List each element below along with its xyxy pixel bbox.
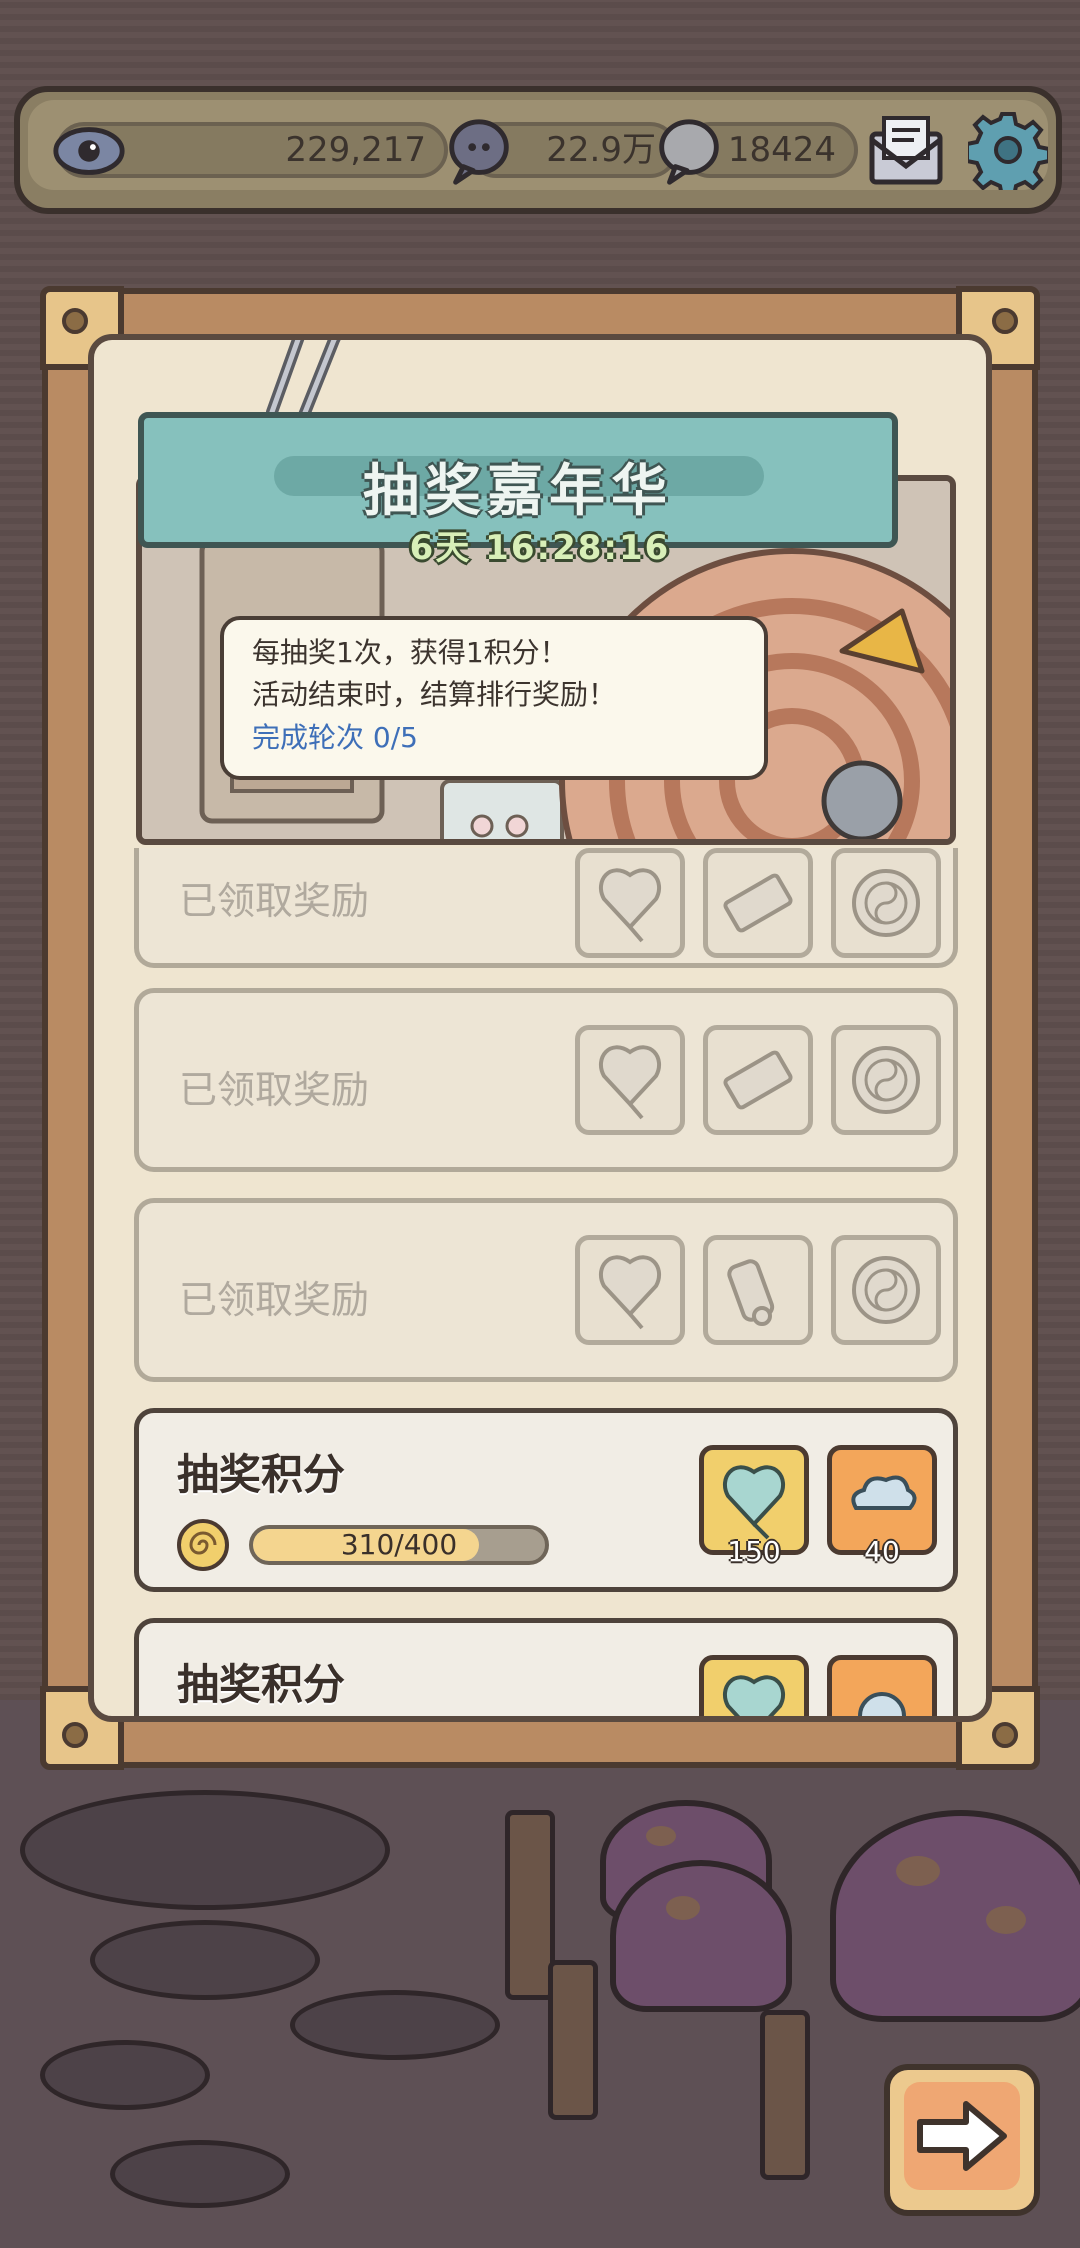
cannon-icon — [727, 1259, 775, 1326]
balloon-icon — [598, 1255, 662, 1330]
claimed-label: 已领取奖励 — [179, 1068, 370, 1112]
resource-bar: 229,217 22.9万 18424 — [14, 86, 1062, 214]
orb-icon — [858, 1692, 906, 1716]
reward-slot[interactable] — [831, 1235, 941, 1345]
eye-icon — [53, 127, 125, 175]
balloon-icon — [722, 1465, 786, 1540]
reward-slot[interactable] — [575, 1025, 685, 1135]
gear-icon[interactable] — [968, 110, 1048, 190]
points-progress-text: 310/400 — [340, 1528, 458, 1561]
lottery-points-icon — [177, 1519, 229, 1571]
reward-slot[interactable]: 40 — [827, 1445, 937, 1568]
reward-slot[interactable] — [575, 848, 685, 958]
reward-slot[interactable] — [575, 1235, 685, 1345]
event-panel: 抽奖嘉年华 6天 16:28:16 每抽奖1次，获得1积分！ 活动结束时，结算排… — [40, 286, 1040, 1770]
cloud-icon — [851, 1475, 917, 1510]
background-mushroom — [830, 1810, 1080, 2022]
balloon-icon — [722, 1675, 786, 1716]
thought-bubble-icon — [449, 119, 509, 185]
reward-slot[interactable] — [831, 848, 941, 958]
chat-counter-value: 18424 — [727, 130, 836, 170]
round-progress-text: 完成轮次 0/5 — [252, 721, 418, 754]
eye-counter-value: 229,217 — [285, 130, 426, 170]
event-title: 抽奖嘉年华 — [363, 459, 673, 524]
panel-content: 抽奖嘉年华 6天 16:28:16 每抽奖1次，获得1积分！ 活动结束时，结算排… — [88, 334, 992, 1722]
tip-line-1: 每抽奖1次，获得1积分！ — [252, 636, 568, 669]
reward-slot[interactable] — [827, 1655, 937, 1716]
balloon-icon — [598, 868, 662, 943]
event-info-bubble: 每抽奖1次，获得1积分！ 活动结束时，结算排行奖励！ 完成轮次 0/5 — [220, 616, 768, 780]
background-stone — [110, 2140, 290, 2208]
tip-line-2: 活动结束时，结算排行奖励！ — [252, 678, 617, 711]
reward-slot[interactable] — [703, 1235, 813, 1345]
reward-slot[interactable] — [703, 1025, 813, 1135]
row-title: 抽奖积分 — [177, 1450, 346, 1499]
reward-count: 150 — [727, 1535, 781, 1568]
reward-row-claimed: 已领取奖励 — [134, 988, 958, 1172]
reward-slot[interactable]: 150 — [699, 1445, 809, 1568]
ticket-icon — [723, 873, 793, 933]
background-stone — [290, 1990, 500, 2060]
event-countdown-timer: 6天 16:28:16 — [409, 528, 671, 568]
background-stone — [40, 2040, 210, 2110]
background-mushroom — [610, 1860, 792, 2012]
background-stone — [20, 1790, 390, 1910]
reward-row-active: 抽奖积分 — [134, 1618, 958, 1716]
background-fence-post — [548, 1960, 598, 2120]
claimed-label: 已领取奖励 — [179, 1278, 370, 1322]
row-title: 抽奖积分 — [177, 1660, 346, 1709]
ticket-icon — [723, 1050, 793, 1110]
reward-slot[interactable] — [831, 1025, 941, 1135]
reward-slot[interactable] — [699, 1655, 809, 1716]
next-arrow-button[interactable] — [884, 2064, 1040, 2216]
background-stone — [90, 1920, 320, 2000]
bubble-counter-value: 22.9万 — [546, 130, 656, 170]
yinyang-coin-icon — [852, 1256, 920, 1324]
reward-row-claimed: 已领取奖励 — [134, 1198, 958, 1382]
reward-count: 40 — [864, 1535, 900, 1568]
background-fence-post — [760, 2010, 810, 2180]
yinyang-coin-icon — [852, 869, 920, 937]
reward-slot[interactable] — [703, 848, 813, 958]
yinyang-coin-icon — [852, 1046, 920, 1114]
arrow-button-face — [904, 2082, 1020, 2190]
points-progress-bar: 310/400 — [249, 1525, 549, 1565]
speech-bubble-icon — [659, 119, 719, 185]
reward-row-active: 抽奖积分 310/400 150 40 — [134, 1408, 958, 1592]
reward-row-claimed: 已领取奖励 — [134, 848, 958, 968]
game-screen: 229,217 22.9万 18424 抽奖嘉年华 6天 16:28:16 每抽… — [0, 0, 1080, 2248]
claimed-label: 已领取奖励 — [179, 879, 370, 923]
balloon-icon — [598, 1045, 662, 1120]
mail-icon[interactable] — [866, 110, 946, 190]
arrow-right-icon — [917, 2101, 1007, 2171]
